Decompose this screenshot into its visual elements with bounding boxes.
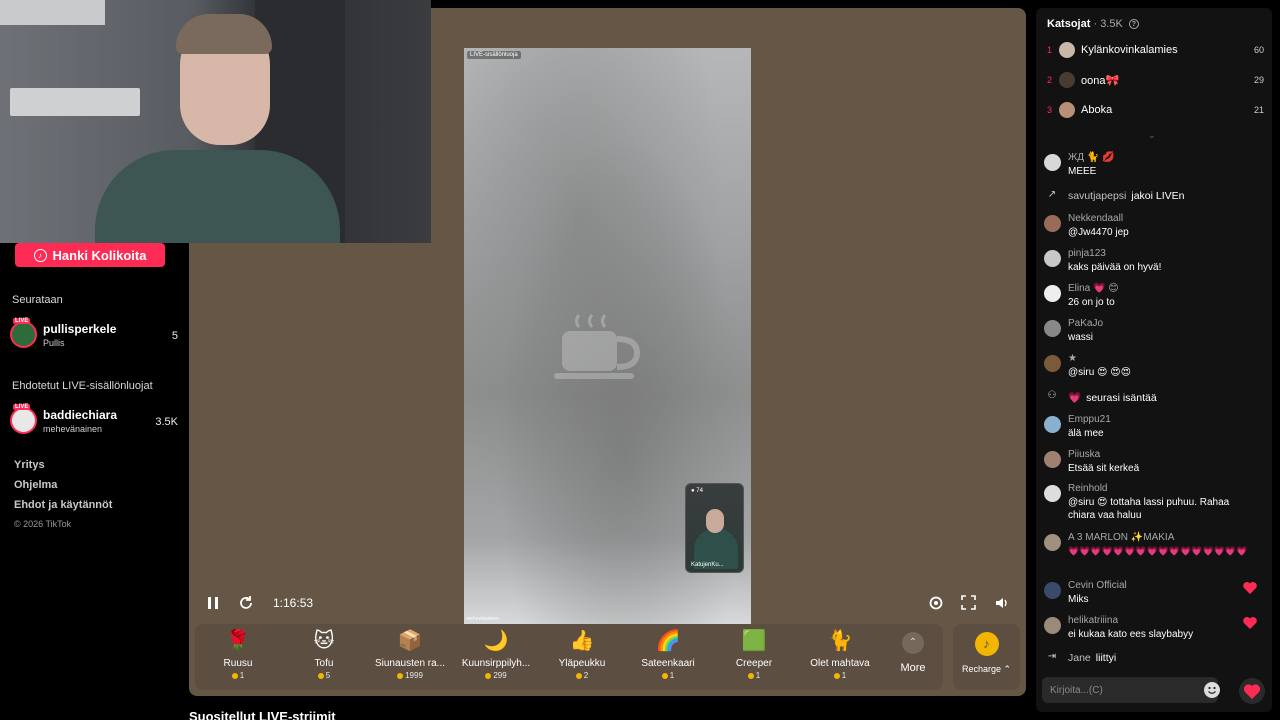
avatar <box>1059 42 1075 58</box>
account-name: baddiechiara <box>43 408 118 422</box>
avatar <box>1044 485 1061 502</box>
suggested-header: Ehdotetut LIVE-sisällönluojat <box>12 380 153 392</box>
avatar <box>1044 285 1061 302</box>
avatar <box>1059 72 1075 88</box>
moon-icon: 🌙 <box>483 630 509 652</box>
avatar <box>1044 451 1061 468</box>
avatar <box>1044 582 1061 599</box>
left-sidebar: ♪ Hanki Kolikoita Seurataan LIVE pullisp… <box>0 243 189 720</box>
emoji-icon[interactable] <box>1204 682 1220 698</box>
chat-panel: Katsojat · 3.5K ? 1 Kylänkovinkalamies 6… <box>1036 8 1272 712</box>
top-viewer-row[interactable]: 3 Aboka 21 <box>1046 102 1264 120</box>
avatar <box>1059 102 1075 118</box>
fullscreen-icon[interactable] <box>961 595 976 610</box>
coin-icon: ♪ <box>33 248 47 262</box>
rose-icon: 🌹 <box>225 630 251 652</box>
cat-icon: 🐈 <box>827 630 853 652</box>
gift-item[interactable]: 📦 Siunausten ra... 1999 <box>367 628 453 688</box>
system-message: ⇥ Jane liittyi <box>1044 651 1270 667</box>
rainbow-icon: 🌈 <box>655 630 681 652</box>
live-badge: LIVE <box>13 318 31 324</box>
webcam-overlay <box>0 0 431 243</box>
like-button[interactable] <box>1239 678 1265 704</box>
guest-pip[interactable]: ● 74 KatujenKu... <box>685 483 744 573</box>
pause-icon[interactable] <box>207 596 219 610</box>
account-subtitle: mehevänainen <box>43 424 103 434</box>
settings-icon[interactable] <box>928 595 944 611</box>
chevron-up-icon: ⌃ <box>902 632 924 654</box>
pip-viewers: ● 74 <box>691 488 703 494</box>
follow-icon: ⚇ <box>1047 390 1057 401</box>
avatar <box>1044 154 1061 171</box>
recommended-title: Suositellut LIVE-striimit <box>189 709 336 720</box>
live-badge: LIVE <box>13 404 31 410</box>
viewers-header[interactable]: Katsojat · 3.5K ? <box>1047 18 1139 30</box>
volume-icon[interactable] <box>994 595 1010 611</box>
footer-link-company[interactable]: Yritys <box>14 459 45 471</box>
top-viewer-row[interactable]: 1 Kylänkovinkalamies 60 <box>1046 42 1264 60</box>
top-viewer-row[interactable]: 2 oona🎀 29 <box>1046 72 1264 90</box>
collapse-icon[interactable]: ⌄ <box>1148 130 1156 141</box>
system-message: ↗ savutjapepsi jakoi LIVEn <box>1044 189 1270 205</box>
account-name: pullisperkele <box>43 322 117 336</box>
gift-item[interactable]: 👍 Yläpeukku 2 <box>539 628 625 688</box>
thumbs-up-icon: 👍 <box>569 630 595 652</box>
footer-link-program[interactable]: Ohjelma <box>14 479 57 491</box>
avatar <box>1044 416 1061 433</box>
viewer-count: 3.5K <box>155 416 178 428</box>
heart-icon <box>1243 617 1257 629</box>
avatar <box>1044 617 1061 634</box>
footer-link-terms[interactable]: Ehdot ja käytännöt <box>14 499 112 511</box>
suggested-account[interactable]: LIVE baddiechiara mehevänainen 3.5K <box>10 404 180 439</box>
avatar <box>1044 215 1061 232</box>
chat-input-container <box>1042 677 1220 703</box>
gift-item[interactable]: 🌈 Sateenkaari 1 <box>625 628 711 688</box>
share-icon: ↗ <box>1047 189 1057 200</box>
gift-item[interactable]: 🐱 Tofu 5 <box>281 628 367 688</box>
creator-tag: LIVE-sisällönluoja <box>467 51 521 59</box>
gift-bar: 🌹 Ruusu 1 🐱 Tofu 5 📦 Siunausten ra... 19… <box>195 624 943 690</box>
coin-icon: ♪ <box>974 632 999 656</box>
avatar <box>1044 320 1061 337</box>
creeper-icon: 🟩 <box>741 630 767 652</box>
avatar <box>1044 355 1061 372</box>
copyright: © 2026 TikTok <box>14 519 72 529</box>
following-header: Seurataan <box>12 294 63 306</box>
gift-item[interactable]: 🌙 Kuunsirppilyh... 299 <box>453 628 539 688</box>
recharge-button[interactable]: ♪ Recharge ⌃ <box>953 624 1020 690</box>
elapsed-time: 1:16:53 <box>273 596 314 610</box>
gift-item[interactable]: 🟩 Creeper 1 <box>711 628 797 688</box>
refresh-icon[interactable] <box>238 595 254 611</box>
join-icon: ⇥ <box>1047 651 1057 662</box>
treasure-icon: 📦 <box>397 630 423 652</box>
gift-item[interactable]: 🌹 Ruusu 1 <box>195 628 281 688</box>
help-icon[interactable]: ? <box>1128 19 1139 30</box>
avatar <box>1044 534 1061 551</box>
avatar <box>1044 250 1061 267</box>
get-coins-button[interactable]: ♪ Hanki Kolikoita <box>15 243 165 267</box>
pip-name: KatujenKu... <box>691 562 724 568</box>
chat-input[interactable] <box>1050 682 1190 698</box>
more-gifts-button[interactable]: ⌃ More <box>893 632 933 674</box>
viewer-count: 5 <box>171 330 178 342</box>
avatar <box>10 321 37 348</box>
system-message: ⚇ 💗 seurasi isäntää <box>1044 390 1270 406</box>
creator-handle: mehevänainen <box>466 616 499 622</box>
heart-icon <box>1243 582 1257 594</box>
following-account[interactable]: LIVE pullisperkele Pullis 5 <box>10 318 180 353</box>
heart-icon <box>1243 684 1261 699</box>
coffee-cup-icon <box>554 314 641 379</box>
account-subtitle: Pullis <box>43 338 65 348</box>
tofu-icon: 🐱 <box>313 630 335 652</box>
gift-item[interactable]: 🐈 Olet mahtava 1 <box>797 628 883 688</box>
avatar <box>10 407 37 434</box>
